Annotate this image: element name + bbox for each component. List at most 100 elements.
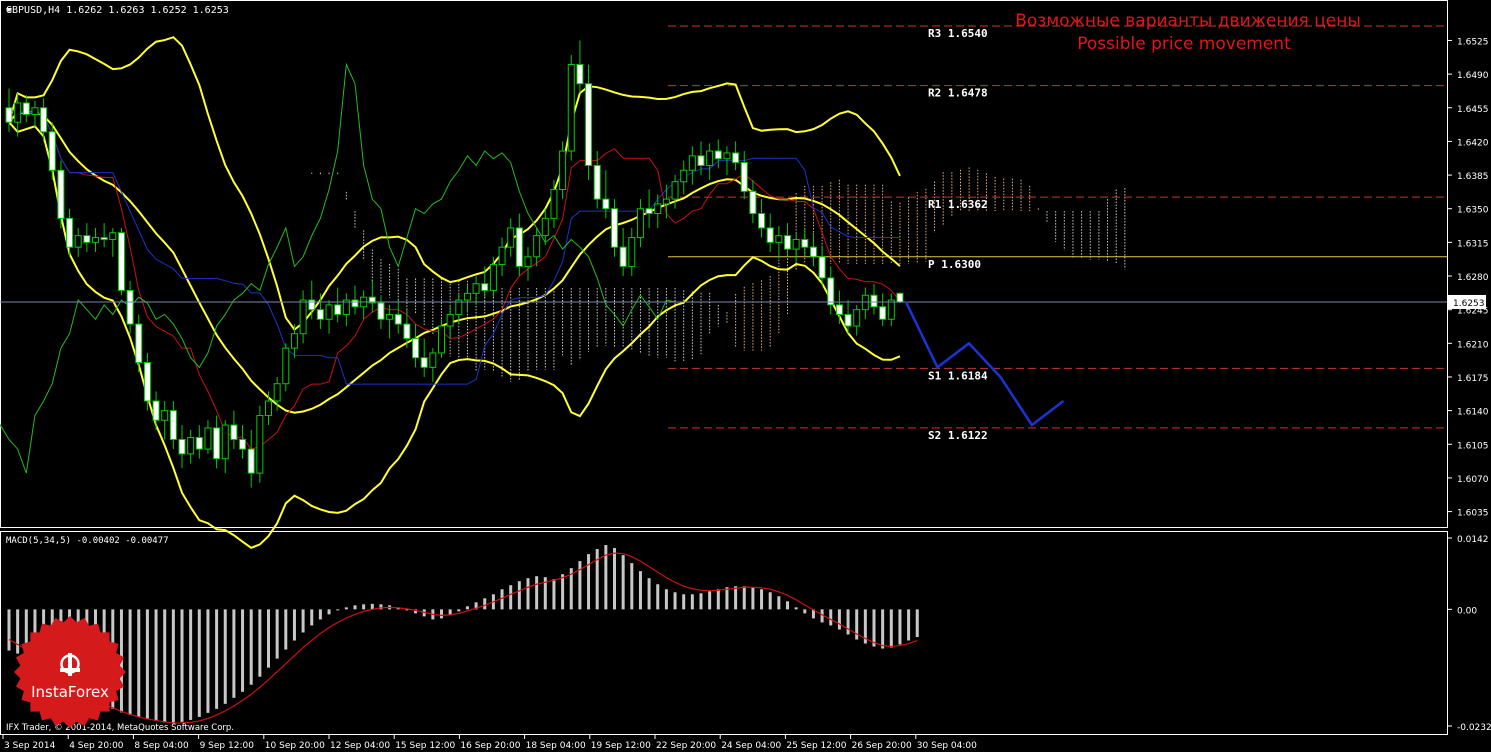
y-tick-label: 1.6385 xyxy=(1457,172,1489,182)
candle-body xyxy=(835,304,843,315)
candle-body xyxy=(143,362,151,402)
y-tick-label: 1.6455 xyxy=(1457,105,1489,115)
candle-body xyxy=(515,227,523,267)
candle-body xyxy=(351,299,359,308)
x-tick-label: 26 Sep 20:00 xyxy=(852,741,912,751)
candle-body xyxy=(688,155,696,171)
macd-bar xyxy=(898,609,902,645)
macd-bar xyxy=(794,607,798,610)
candle-body xyxy=(593,164,601,200)
candle-body xyxy=(662,198,670,205)
macd-bar xyxy=(907,609,911,641)
candle-body xyxy=(420,357,428,368)
candle-body xyxy=(57,169,65,219)
macd-bar xyxy=(915,609,919,638)
candle-body xyxy=(325,304,333,320)
candle-body xyxy=(48,131,56,171)
chart-canvas: R3 1.6540 R2 1.6478 R1 1.6362 P 1.6300 S1 1.… xyxy=(0,0,1491,751)
candle-body xyxy=(256,414,264,474)
macd-bar xyxy=(16,609,20,654)
macd-bar xyxy=(638,571,642,610)
candle-body xyxy=(576,63,584,85)
macd-bar xyxy=(197,609,201,717)
candle-body xyxy=(463,292,471,301)
macd-bar xyxy=(725,587,729,610)
macd-bar xyxy=(128,609,132,715)
macd-bar xyxy=(310,609,314,626)
macd-bar xyxy=(7,609,11,651)
chart-title-ru: Возможные варианты движения цены xyxy=(1015,11,1361,31)
candle-body xyxy=(213,427,221,460)
macd-bar xyxy=(483,598,487,610)
macd-bar xyxy=(673,592,677,610)
macd-indicator-label: MACD(5,34,5) -0.00402 -0.00477 xyxy=(6,536,169,546)
macd-bar xyxy=(292,609,296,641)
candle-body xyxy=(723,152,731,160)
y-tick-label: 1.6420 xyxy=(1457,138,1489,148)
candle-body xyxy=(697,155,705,166)
candle-body xyxy=(282,347,290,385)
macd-bar xyxy=(301,609,305,633)
candle-body xyxy=(541,217,549,237)
candle-body xyxy=(809,246,817,258)
macd-bar xyxy=(145,609,149,719)
pivot-level-label: R1 1.6362 xyxy=(928,198,988,211)
copyright-text: IFX Trader, © 2001-2014, MetaQuotes Soft… xyxy=(6,723,234,733)
candle-body xyxy=(654,203,662,215)
macd-bar xyxy=(682,594,686,610)
candle-body xyxy=(498,246,506,265)
candle-body xyxy=(887,299,895,320)
candle-body xyxy=(247,448,255,474)
macd-bar xyxy=(837,609,841,630)
candle-body xyxy=(290,333,298,349)
x-tick-label: 3 Sep 2014 xyxy=(4,741,56,751)
y-tick-label: 1.6175 xyxy=(1457,374,1489,384)
y-tick-label: 1.6280 xyxy=(1457,273,1489,283)
macd-bar xyxy=(561,574,565,610)
macd-bar xyxy=(284,609,288,650)
candle-body xyxy=(135,323,143,364)
x-tick-label: 9 Sep 12:00 xyxy=(200,741,255,751)
macd-bar xyxy=(734,586,738,610)
macd-bar xyxy=(249,609,253,685)
candle-body xyxy=(316,309,324,320)
candle-body xyxy=(472,283,480,294)
candle-body xyxy=(152,400,160,421)
candle-body xyxy=(645,208,653,215)
macd-bar xyxy=(690,594,694,610)
macd-bar xyxy=(465,606,469,610)
candle-body xyxy=(619,246,627,267)
macd-bar xyxy=(327,609,331,615)
candle-body xyxy=(870,294,878,308)
candle-body xyxy=(299,299,307,335)
macd-bar xyxy=(829,609,833,626)
x-tick-label: 25 Sep 12:00 xyxy=(786,741,846,751)
macd-bar xyxy=(241,609,245,692)
macd-bar xyxy=(180,609,184,722)
y-tick-label: 1.6105 xyxy=(1457,441,1489,451)
macd-bar xyxy=(742,586,746,610)
candle-body xyxy=(394,313,402,325)
candle-body xyxy=(879,306,887,320)
x-tick-label: 15 Sep 12:00 xyxy=(395,741,455,751)
macd-bar xyxy=(258,609,262,677)
candle-body xyxy=(195,437,203,450)
candle-body xyxy=(438,325,445,354)
macd-bar xyxy=(786,601,789,610)
macd-bar xyxy=(189,609,193,720)
macd-bar xyxy=(457,609,461,612)
y-tick-label: 1.6350 xyxy=(1457,206,1489,216)
candle-body xyxy=(827,277,835,306)
macd-bar xyxy=(517,581,521,610)
candle-body xyxy=(109,232,117,240)
macd-bar xyxy=(630,563,634,610)
candle-body xyxy=(117,232,125,291)
time-axis: 3 Sep 2014 4 Sep 20:00 8 Sep 04:00 9 Sep 12… xyxy=(2,735,977,751)
y-tick-label: 1.6490 xyxy=(1457,71,1489,81)
macd-bar xyxy=(768,592,772,610)
macd-bar xyxy=(699,593,703,610)
x-tick-label: 30 Sep 04:00 xyxy=(917,741,977,751)
y-tick-label: 1.6315 xyxy=(1457,239,1489,249)
chart-title-en: Possible price movement xyxy=(1077,34,1291,54)
candle-body xyxy=(896,292,904,303)
